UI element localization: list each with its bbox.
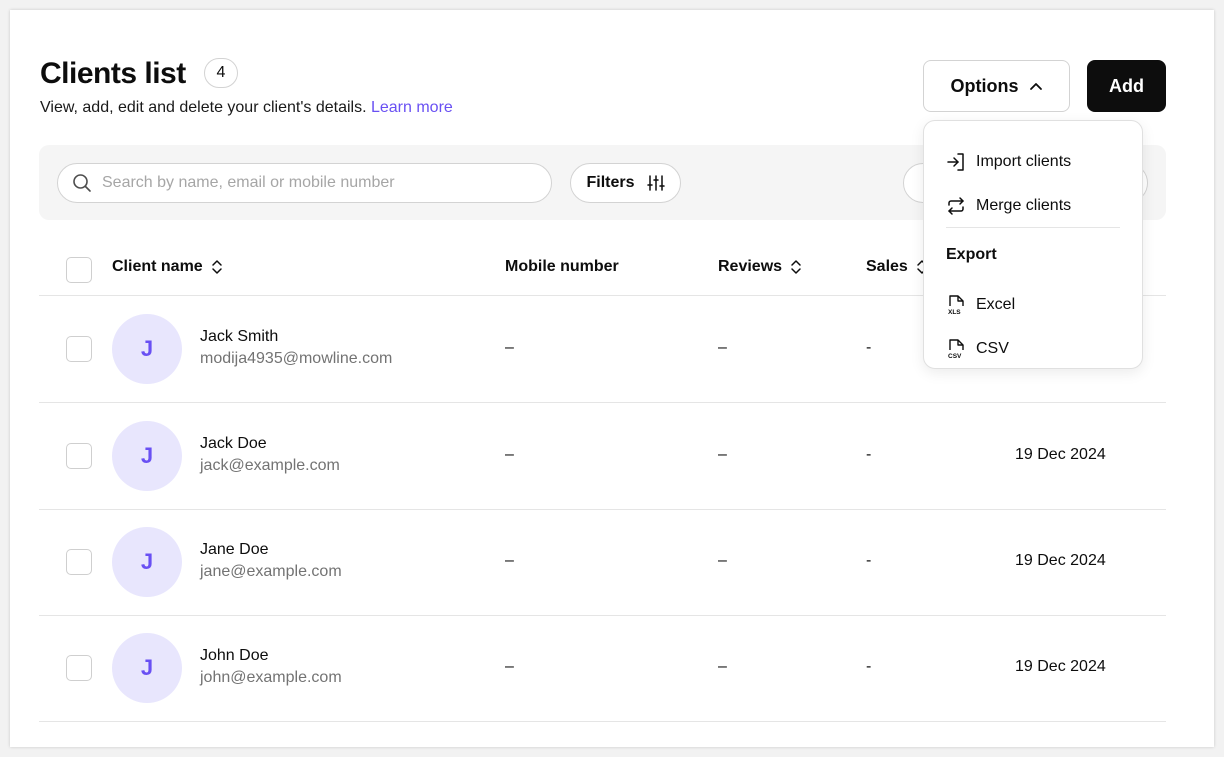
menu-item-label: Import clients	[976, 153, 1072, 170]
column-mobile-number-label: Mobile number	[505, 258, 619, 275]
column-reviews-label: Reviews	[718, 258, 783, 275]
clients-page: Clients list 4 View, add, edit and delet…	[10, 10, 1214, 747]
menu-item-label: Merge clients	[976, 197, 1072, 214]
row-checkbox[interactable]	[66, 655, 92, 681]
options-button-label: Options	[950, 75, 1019, 96]
learn-more-link[interactable]: Learn more	[371, 99, 453, 116]
avatar: J	[112, 527, 182, 597]
select-all-checkbox[interactable]	[66, 257, 92, 283]
client-reviews: –	[718, 446, 727, 463]
client-email: modija4935@mowline.com	[200, 350, 393, 367]
client-name: Jane Doe	[200, 541, 269, 558]
sort-arrows-icon	[211, 260, 222, 274]
menu-item-import-clients[interactable]: Import clients	[946, 152, 1071, 172]
client-email: jane@example.com	[200, 563, 342, 580]
column-sales-label: Sales	[866, 258, 908, 275]
client-created: 19 Dec 2024	[1015, 552, 1106, 569]
add-button[interactable]: Add	[1087, 60, 1166, 112]
menu-item-merge-clients[interactable]: Merge clients	[946, 196, 1071, 216]
column-sales[interactable]: Sales	[866, 258, 928, 276]
menu-item-export-excel[interactable]: XLS Excel	[946, 294, 1015, 316]
table-row[interactable]: J Jack Doe jack@example.com – – - 19 Dec…	[39, 403, 1166, 510]
search-box[interactable]	[57, 163, 552, 203]
client-sales: -	[866, 552, 872, 569]
client-count-badge: 4	[204, 58, 238, 88]
client-sales: -	[866, 339, 872, 356]
search-input[interactable]	[102, 174, 522, 192]
client-name: Jack Smith	[200, 328, 279, 345]
options-menu: Import clients Merge clients Export XLS …	[923, 120, 1143, 369]
client-reviews: –	[718, 552, 727, 569]
menu-divider	[946, 227, 1120, 228]
client-mobile: –	[505, 339, 514, 356]
column-client-name[interactable]: Client name	[112, 258, 223, 276]
table-row[interactable]: J John Doe john@example.com – – - 19 Dec…	[39, 615, 1166, 722]
client-mobile: –	[505, 658, 514, 675]
avatar: J	[112, 421, 182, 491]
client-reviews: –	[718, 658, 727, 675]
sliders-icon	[646, 175, 665, 191]
import-arrow-icon	[947, 153, 964, 171]
column-client-name-label: Client name	[112, 258, 203, 275]
sort-arrows-icon	[791, 260, 801, 274]
column-mobile-number: Mobile number	[505, 258, 619, 276]
client-name: Jack Doe	[200, 435, 267, 452]
row-checkbox[interactable]	[66, 336, 92, 362]
filters-button[interactable]: Filters	[570, 163, 681, 203]
menu-section-export: Export	[946, 246, 997, 263]
search-icon	[73, 174, 91, 192]
row-checkbox[interactable]	[66, 443, 92, 469]
svg-text:CSV: CSV	[948, 353, 962, 360]
subtitle-text: View, add, edit and delete your client's…	[40, 99, 367, 116]
svg-text:XLS: XLS	[948, 309, 961, 316]
xls-file-icon: XLS	[948, 295, 964, 316]
client-created: 19 Dec 2024	[1015, 658, 1106, 675]
table-row[interactable]: J Jane Doe jane@example.com – – - 19 Dec…	[39, 509, 1166, 616]
merge-arrows-icon	[948, 197, 964, 215]
page-title: Clients list	[40, 57, 186, 90]
filters-label: Filters	[586, 174, 635, 191]
column-reviews[interactable]: Reviews	[718, 258, 802, 276]
menu-item-export-csv[interactable]: CSV CSV	[946, 338, 1009, 360]
csv-file-icon: CSV	[948, 339, 964, 360]
client-name: John Doe	[200, 647, 269, 664]
client-mobile: –	[505, 446, 514, 463]
menu-item-label: Excel	[976, 296, 1016, 313]
chevron-up-icon	[1029, 83, 1042, 90]
client-reviews: –	[718, 339, 727, 356]
client-sales: -	[866, 446, 872, 463]
avatar: J	[112, 314, 182, 384]
client-email: john@example.com	[200, 669, 342, 686]
menu-item-label: CSV	[976, 340, 1009, 357]
row-checkbox[interactable]	[66, 549, 92, 575]
client-created: 19 Dec 2024	[1015, 446, 1106, 463]
page-subtitle: View, add, edit and delete your client's…	[40, 99, 453, 117]
options-button[interactable]: Options	[923, 60, 1070, 112]
avatar: J	[112, 633, 182, 703]
client-mobile: –	[505, 552, 514, 569]
client-email: jack@example.com	[200, 457, 340, 474]
client-sales: -	[866, 658, 872, 675]
